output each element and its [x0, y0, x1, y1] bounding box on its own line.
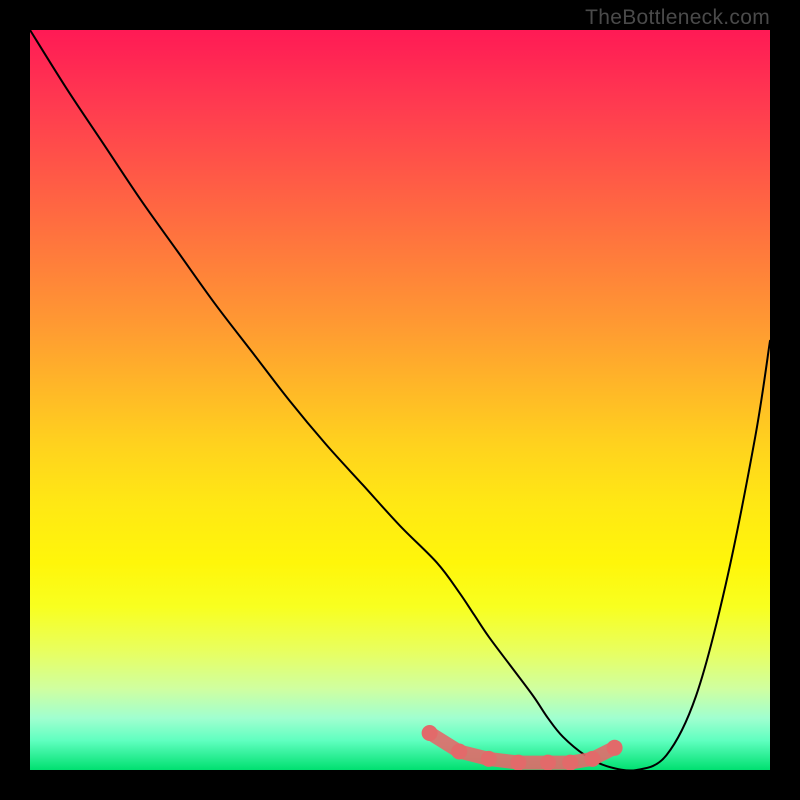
bottom-markers	[422, 725, 623, 770]
plot-area	[30, 30, 770, 770]
marker-dot	[607, 740, 623, 756]
chart-frame: TheBottleneck.com	[0, 0, 800, 800]
marker-dot	[481, 751, 497, 767]
marker-dot	[422, 725, 438, 741]
marker-dot	[584, 751, 600, 767]
marker-dot	[562, 755, 578, 770]
curve-line	[30, 30, 770, 770]
marker-dot	[540, 755, 556, 770]
watermark-text: TheBottleneck.com	[585, 6, 770, 30]
marker-dot	[510, 755, 526, 770]
chart-svg	[30, 30, 770, 770]
marker-dot	[451, 744, 467, 760]
